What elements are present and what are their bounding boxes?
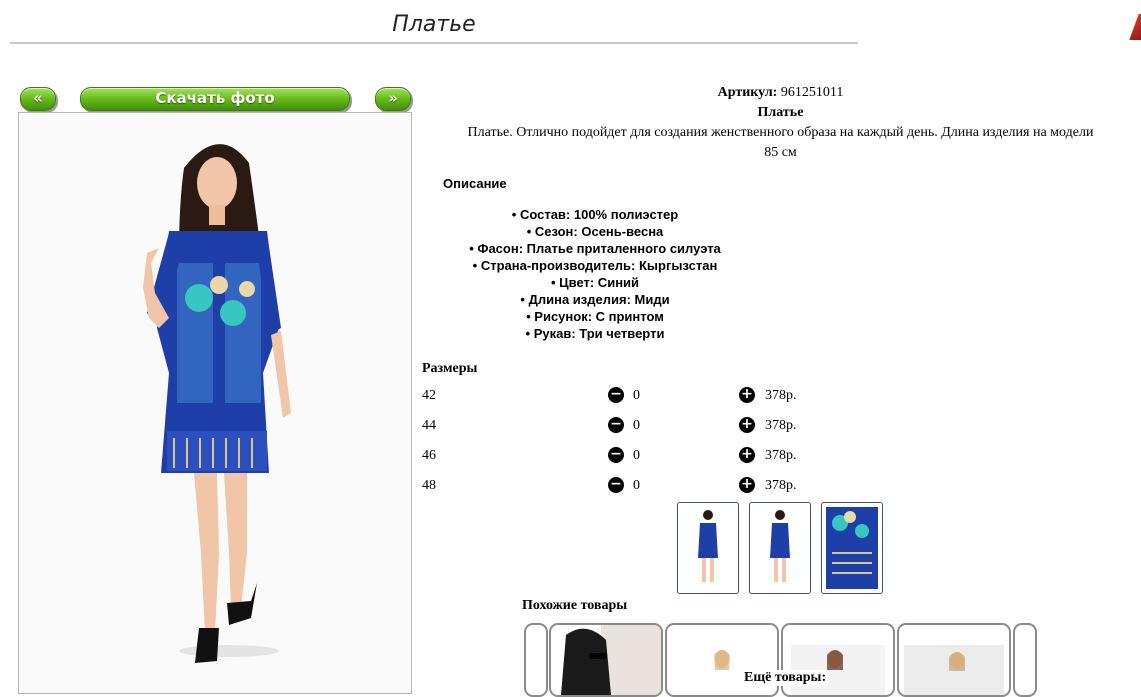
size-quantity: 0 bbox=[633, 418, 640, 433]
similar-product-image bbox=[561, 625, 661, 695]
minus-circle-icon[interactable]: − bbox=[608, 417, 624, 433]
product-info: Артикул: 961251011 Платье Платье. Отличн… bbox=[420, 83, 1141, 163]
similar-product-image bbox=[904, 645, 1004, 695]
main-product-photo[interactable] bbox=[18, 112, 412, 694]
prev-photo-button[interactable]: « bbox=[20, 87, 56, 111]
product-name: Платье bbox=[757, 105, 804, 120]
more-products-title: Ещё товары: bbox=[742, 670, 829, 686]
size-label: 46 bbox=[422, 448, 436, 463]
description-title: Описание bbox=[443, 176, 507, 191]
sizes-title: Размеры bbox=[422, 361, 478, 376]
download-photo-button[interactable]: Скачать фото bbox=[80, 87, 350, 111]
plus-circle-icon[interactable]: + bbox=[739, 477, 755, 493]
size-price: 378р. bbox=[765, 448, 797, 463]
size-label: 48 bbox=[422, 478, 436, 493]
plus-circle-icon[interactable]: + bbox=[739, 387, 755, 403]
property-item: Сезон: Осень-весна bbox=[420, 223, 770, 240]
property-item: Длина изделия: Миди bbox=[420, 291, 770, 308]
size-label: 42 bbox=[422, 388, 436, 403]
similar-scroll-right[interactable] bbox=[1013, 623, 1037, 697]
size-price: 378р. bbox=[765, 388, 797, 403]
minus-circle-icon[interactable]: − bbox=[608, 387, 624, 403]
size-quantity: 0 bbox=[633, 388, 640, 403]
article-label: Артикул: bbox=[717, 85, 778, 100]
size-quantity: 0 bbox=[633, 478, 640, 493]
product-description-line1: Платье. Отлично подойдет для создания же… bbox=[467, 125, 1094, 140]
property-item: Цвет: Синий bbox=[420, 274, 770, 291]
thumbnail-image bbox=[698, 510, 718, 582]
property-item: Рукав: Три четверти bbox=[420, 325, 770, 342]
corner-logo-icon bbox=[1129, 14, 1141, 40]
property-item: Страна-производитель: Кыргызстан bbox=[420, 257, 770, 274]
size-label: 44 bbox=[422, 418, 436, 433]
photo-thumbnail[interactable] bbox=[749, 502, 811, 594]
next-photo-button[interactable]: » bbox=[375, 87, 411, 111]
plus-circle-icon[interactable]: + bbox=[739, 447, 755, 463]
property-item: Фасон: Платье приталенного силуэта bbox=[420, 240, 770, 257]
size-price: 378р. bbox=[765, 418, 797, 433]
property-item: Состав: 100% полиэстер bbox=[420, 206, 770, 223]
minus-circle-icon[interactable]: − bbox=[608, 477, 624, 493]
plus-circle-icon[interactable]: + bbox=[739, 417, 755, 433]
thumbnail-image bbox=[826, 507, 878, 589]
thumbnail-image bbox=[770, 510, 790, 582]
size-row-44: 44 − 0 + 378р. bbox=[422, 416, 842, 438]
size-row-42: 42 − 0 + 378р. bbox=[422, 386, 842, 408]
model-in-dress-image bbox=[19, 113, 411, 693]
size-quantity: 0 bbox=[633, 448, 640, 463]
product-description-line2: 85 см bbox=[764, 145, 797, 160]
similar-product-card[interactable] bbox=[897, 623, 1011, 697]
similar-products-title: Похожие товары bbox=[522, 598, 628, 613]
page-title: Платье bbox=[10, 10, 858, 44]
properties-list: Состав: 100% полиэстер Сезон: Осень-весн… bbox=[420, 206, 770, 342]
size-row-48: 48 − 0 + 378р. bbox=[422, 476, 842, 498]
article-value: 961251011 bbox=[780, 85, 844, 100]
size-row-46: 46 − 0 + 378р. bbox=[422, 446, 842, 468]
similar-product-card[interactable] bbox=[549, 623, 663, 697]
minus-circle-icon[interactable]: − bbox=[608, 447, 624, 463]
property-item: Рисунок: С принтом bbox=[420, 308, 770, 325]
size-price: 378р. bbox=[765, 478, 797, 493]
photo-thumbnail[interactable] bbox=[821, 502, 883, 594]
similar-scroll-left[interactable] bbox=[524, 623, 548, 697]
photo-thumbnail[interactable] bbox=[677, 502, 739, 594]
article-line: Артикул: 961251011 bbox=[420, 83, 1141, 103]
